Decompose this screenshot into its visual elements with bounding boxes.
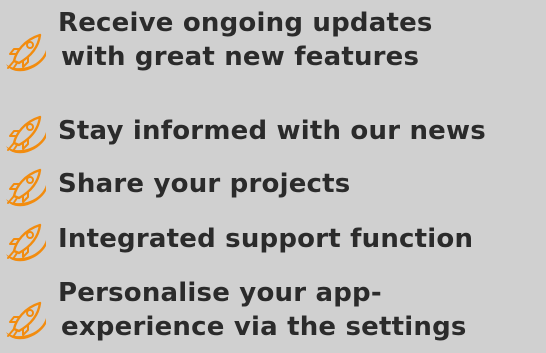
feature-item-updates: Receive ongoing updates with great new f… [0,8,546,78]
feature-label-line: Receive ongoing updates [58,8,433,38]
feature-label: Receive ongoing updates with great new f… [58,6,433,74]
feature-label: Personalise your app- experience via the… [58,276,467,344]
feature-label: Integrated support function [58,222,473,256]
rocket-icon [2,220,50,264]
feature-item-settings: Personalise your app- experience via the… [0,278,546,350]
feature-label-line: with great new features [61,42,420,72]
feature-label-line: Share your projects [58,169,351,199]
feature-label: Stay informed with our news [58,114,486,148]
rocket-icon [2,298,50,342]
feature-label-line: Personalise your app- [58,278,382,308]
feature-label-line: Integrated support function [58,224,474,254]
feature-label-line: experience via the settings [61,312,467,342]
feature-item-projects: Share your projects [0,165,546,209]
feature-item-news: Stay informed with our news [0,112,546,156]
rocket-icon [2,30,50,74]
feature-list: Receive ongoing updates with great new f… [0,0,546,353]
feature-label: Share your projects [58,167,350,201]
rocket-icon [2,165,50,209]
feature-item-support: Integrated support function [0,220,546,264]
rocket-icon [2,112,50,156]
feature-label-line: Stay informed with our news [58,116,486,146]
